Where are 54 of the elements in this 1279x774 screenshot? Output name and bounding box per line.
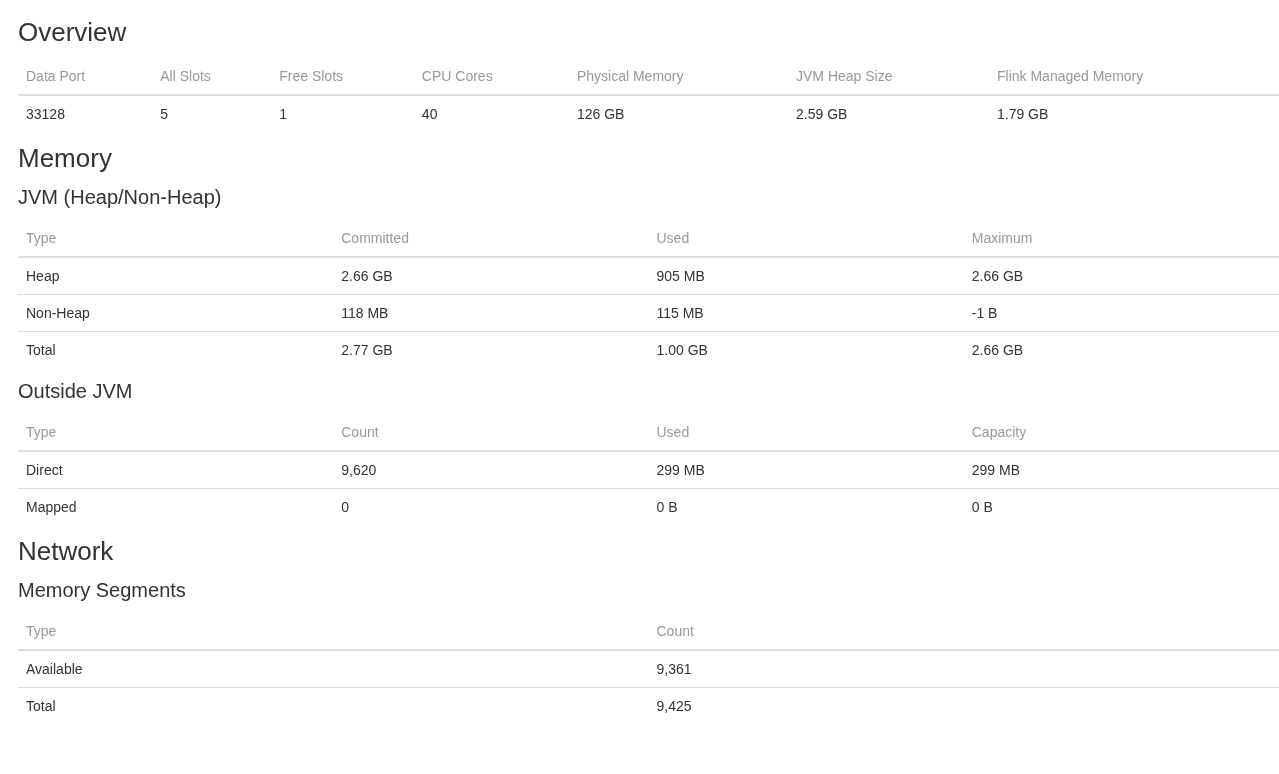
table-cell: 299 MB	[656, 462, 705, 478]
table-cell: Heap	[26, 268, 60, 284]
table-cell: Total	[26, 342, 56, 358]
table-cell: 1.00 GB	[656, 342, 708, 358]
column-header: Physical Memory	[576, 68, 684, 84]
subsection-heading: JVM (Heap/Non-Heap)	[18, 185, 223, 209]
column-header: Used	[656, 230, 690, 246]
table-cell: 1.79 GB	[997, 106, 1049, 122]
column-header: All Slots	[160, 68, 211, 84]
table-cell: 2.77 GB	[341, 342, 393, 358]
table-cell: Mapped	[26, 499, 77, 515]
table-cell: 2.66 GB	[341, 268, 393, 284]
table-cell: Direct	[26, 462, 63, 478]
table-cell: Total	[26, 698, 56, 714]
table-cell: 9,620	[341, 462, 377, 478]
subsection-heading: Outside JVM	[18, 379, 134, 403]
table-cell: Non-Heap	[26, 305, 90, 321]
column-header: Count	[656, 623, 694, 639]
column-header: Type	[26, 230, 57, 246]
column-header: Data Port	[26, 68, 86, 84]
table-cell: 9,425	[656, 698, 692, 714]
table-cell: Available	[26, 661, 83, 677]
table-cell: 299 MB	[971, 462, 1020, 478]
section-heading: Memory	[18, 142, 113, 174]
table-cell: 905 MB	[656, 268, 705, 284]
table-cell: 118 MB	[341, 305, 389, 321]
table-cell: -1 B	[971, 305, 998, 321]
column-header: Count	[341, 424, 379, 440]
column-header: Capacity	[971, 424, 1027, 440]
table-cell: 5	[160, 106, 169, 122]
column-header: Type	[26, 623, 57, 639]
column-header: Flink Managed Memory	[997, 68, 1144, 84]
table-cell: 9,361	[656, 661, 692, 677]
table-cell: 115 MB	[656, 305, 704, 321]
table-cell: 0	[341, 499, 350, 515]
column-header: JVM Heap Size	[796, 68, 893, 84]
column-header: Type	[26, 424, 57, 440]
table-cell: 2.66 GB	[971, 268, 1024, 284]
column-header: Maximum	[971, 230, 1033, 246]
table-cell: 2.66 GB	[971, 342, 1024, 358]
column-header: Free Slots	[279, 68, 344, 84]
table-cell: 40	[421, 106, 438, 122]
table-cell: 0 B	[971, 499, 993, 515]
table-cell: 33128	[26, 106, 65, 122]
column-header: Committed	[341, 230, 409, 246]
subsection-heading: Memory Segments	[18, 578, 187, 602]
table-cell: 0 B	[656, 499, 678, 515]
section-heading: Network	[18, 535, 115, 567]
column-header: CPU Cores	[421, 68, 493, 84]
table-cell: 2.59 GB	[796, 106, 848, 122]
section-heading: Overview	[18, 16, 128, 48]
column-header: Used	[656, 424, 690, 440]
table-cell: 126 GB	[576, 106, 625, 122]
table-cell: 1	[279, 106, 288, 122]
